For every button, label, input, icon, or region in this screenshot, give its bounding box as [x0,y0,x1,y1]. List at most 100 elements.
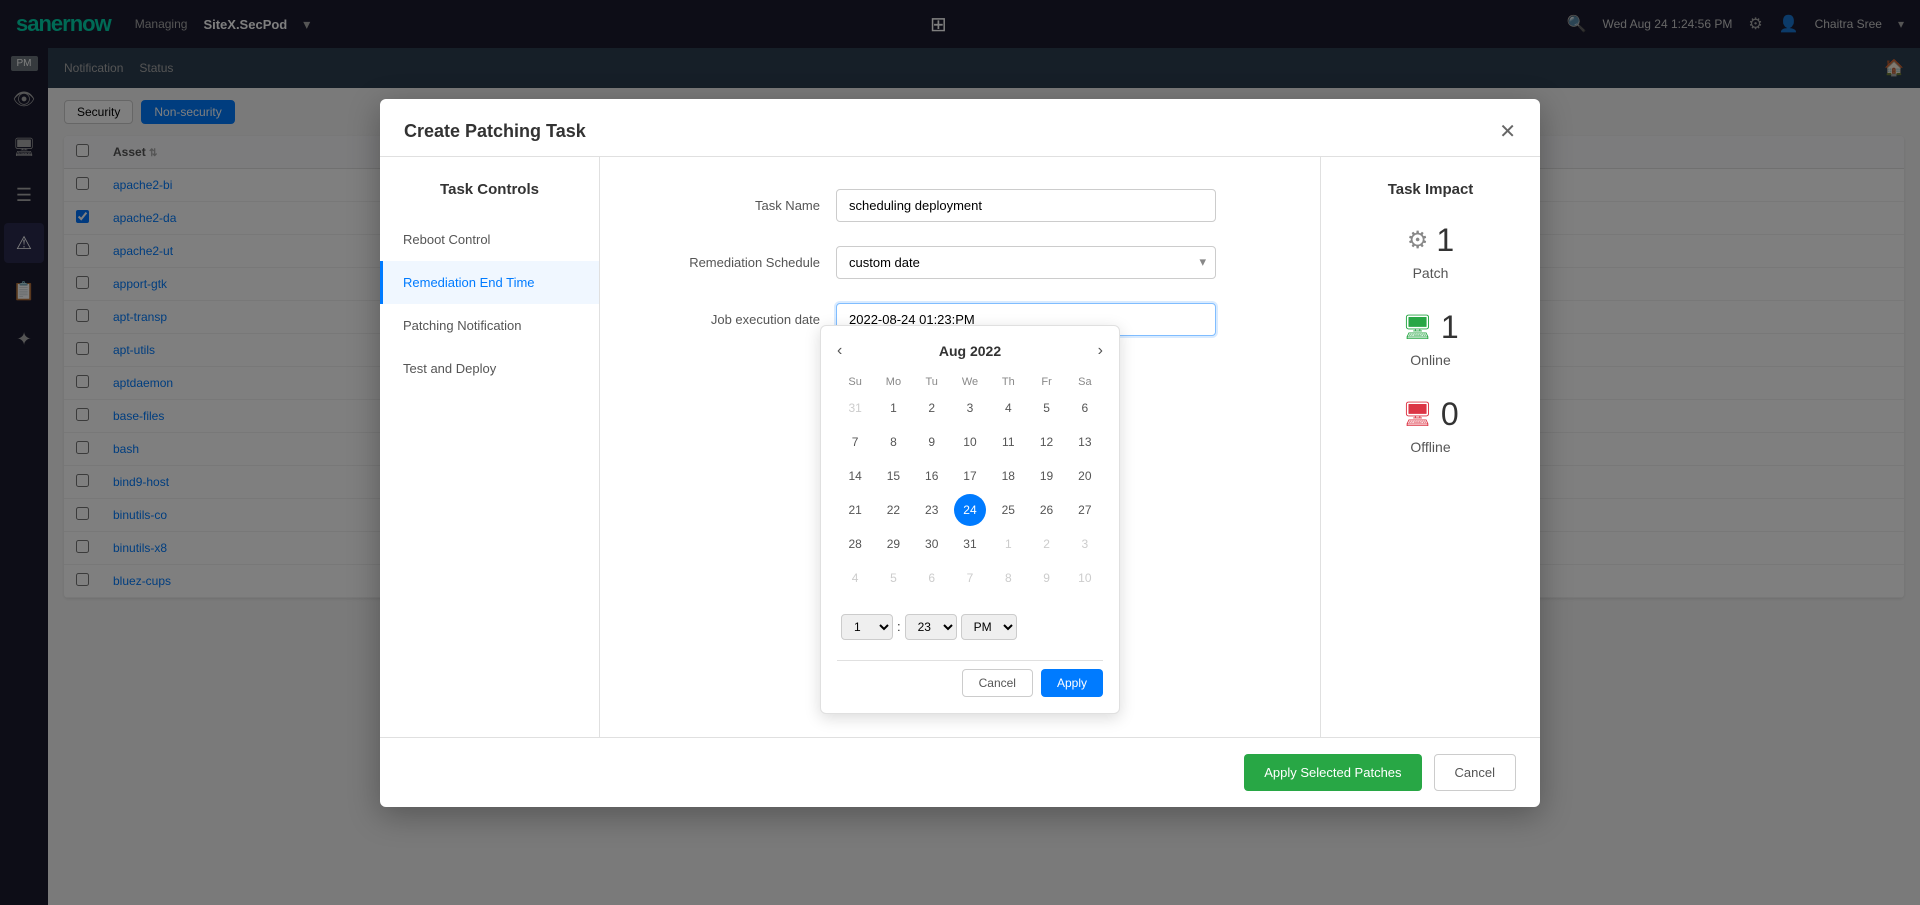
cal-day-header-su: Su [837,372,873,392]
task-menu-item-reboot-control[interactable]: Reboot Control [380,218,599,261]
cal-day-3-0[interactable]: 21 [839,494,871,526]
cal-day-header-tu: Tu [914,372,950,392]
calendar-popup: ‹ Aug 2022 › SuMoTuWeThFrSa 311234567891… [820,325,1120,714]
calendar-header: ‹ Aug 2022 › [837,342,1103,360]
cal-day-5-0[interactable]: 4 [839,562,871,594]
cal-day-0-5[interactable]: 5 [1031,392,1063,424]
cal-day-header-fr: Fr [1028,372,1064,392]
task-name-input[interactable] [836,189,1216,222]
cal-day-header-mo: Mo [875,372,911,392]
footer-cancel-button[interactable]: Cancel [1434,754,1516,791]
cal-day-5-3[interactable]: 7 [954,562,986,594]
cal-day-5-6[interactable]: 10 [1069,562,1101,594]
patch-impact-item: ⚙ 1 Patch [1337,222,1524,281]
cal-day-4-6[interactable]: 3 [1069,528,1101,560]
cal-day-1-1[interactable]: 8 [877,426,909,458]
task-name-label: Task Name [640,198,820,213]
cal-day-2-0[interactable]: 14 [839,460,871,492]
cal-day-3-4[interactable]: 25 [992,494,1024,526]
modal-overlay: Create Patching Task ✕ Task Controls Reb… [0,0,1920,905]
cal-day-0-2[interactable]: 2 [916,392,948,424]
period-select[interactable]: AMPM [961,614,1017,640]
impact-title: Task Impact [1337,181,1524,198]
cal-day-4-3[interactable]: 31 [954,528,986,560]
task-controls-title: Task Controls [380,181,599,198]
cal-day-1-4[interactable]: 11 [992,426,1024,458]
cal-day-0-4[interactable]: 4 [992,392,1024,424]
offline-count: 0 [1441,396,1459,433]
task-menu: Reboot ControlRemediation End TimePatchi… [380,218,599,390]
online-count: 1 [1441,309,1459,346]
cal-day-4-1[interactable]: 29 [877,528,909,560]
apply-selected-patches-button[interactable]: Apply Selected Patches [1244,754,1421,791]
modal-footer: Apply Selected Patches Cancel [380,737,1540,807]
cal-day-1-0[interactable]: 7 [839,426,871,458]
cal-day-2-6[interactable]: 20 [1069,460,1101,492]
offline-label: Offline [1410,439,1450,455]
cal-day-3-1[interactable]: 22 [877,494,909,526]
remediation-label: Remediation Schedule [640,255,820,270]
cal-day-1-5[interactable]: 12 [1031,426,1063,458]
calendar-grid: SuMoTuWeThFrSa [837,372,1103,392]
patch-gear-icon: ⚙ [1407,226,1429,255]
patch-count: 1 [1436,222,1454,259]
cal-day-5-1[interactable]: 5 [877,562,909,594]
online-monitor-icon: 🖥 [1402,313,1432,342]
calendar-days-grid: 3112345678910111213141516171819202122232… [837,392,1103,594]
calendar-actions: Cancel Apply [837,660,1103,697]
patch-impact-row: ⚙ 1 [1407,222,1454,259]
task-form-panel: Task Name Remediation Schedule custom da… [600,157,1320,737]
modal-close-button[interactable]: ✕ [1499,119,1516,144]
remediation-select[interactable]: custom dateimmediatescheduled [836,246,1216,279]
task-menu-item-test-and-deploy[interactable]: Test and Deploy [380,347,599,390]
cal-day-2-5[interactable]: 19 [1031,460,1063,492]
cal-day-0-3[interactable]: 3 [954,392,986,424]
cal-day-header-we: We [952,372,988,392]
cal-day-5-4[interactable]: 8 [992,562,1024,594]
remediation-row: Remediation Schedule custom dateimmediat… [640,246,1280,279]
calendar-cancel-button[interactable]: Cancel [962,669,1033,697]
task-controls-panel: Task Controls Reboot ControlRemediation … [380,157,600,737]
modal-title: Create Patching Task [404,121,586,142]
online-label: Online [1410,352,1450,368]
cal-day-0-6[interactable]: 6 [1069,392,1101,424]
cal-day-1-3[interactable]: 10 [954,426,986,458]
cal-day-5-2[interactable]: 6 [916,562,948,594]
job-date-label: Job execution date [640,312,820,327]
calendar-next-button[interactable]: › [1098,342,1103,360]
time-colon: : [897,619,901,634]
task-menu-item-remediation-end-time[interactable]: Remediation End Time [380,261,599,304]
cal-day-3-6[interactable]: 27 [1069,494,1101,526]
calendar-prev-button[interactable]: ‹ [837,342,842,360]
patch-label: Patch [1413,265,1449,281]
cal-day-2-2[interactable]: 16 [916,460,948,492]
hour-select[interactable]: 123456789101112 [841,614,893,640]
cal-day-0-0[interactable]: 31 [839,392,871,424]
cal-day-1-2[interactable]: 9 [916,426,948,458]
cal-day-4-0[interactable]: 28 [839,528,871,560]
task-menu-item-patching-notification[interactable]: Patching Notification [380,304,599,347]
cal-day-0-1[interactable]: 1 [877,392,909,424]
cal-day-5-5[interactable]: 9 [1031,562,1063,594]
offline-impact-row: 🖥 0 [1402,396,1458,433]
online-impact-item: 🖥 1 Online [1337,309,1524,368]
cal-day-4-2[interactable]: 30 [916,528,948,560]
online-impact-row: 🖥 1 [1402,309,1458,346]
minute-select[interactable]: 00051015202325303540455055 [905,614,957,640]
cal-day-1-6[interactable]: 13 [1069,426,1101,458]
cal-day-3-5[interactable]: 26 [1031,494,1063,526]
cal-day-2-3[interactable]: 17 [954,460,986,492]
cal-day-2-1[interactable]: 15 [877,460,909,492]
task-name-row: Task Name [640,189,1280,222]
task-impact-panel: Task Impact ⚙ 1 Patch 🖥 1 Online [1320,157,1540,737]
cal-day-header-sa: Sa [1067,372,1103,392]
cal-day-2-4[interactable]: 18 [992,460,1024,492]
cal-day-3-2[interactable]: 23 [916,494,948,526]
cal-day-4-5[interactable]: 2 [1031,528,1063,560]
cal-day-3-3[interactable]: 24 [954,494,986,526]
modal-header: Create Patching Task ✕ [380,99,1540,157]
modal-body: Task Controls Reboot ControlRemediation … [380,157,1540,737]
cal-day-4-4[interactable]: 1 [992,528,1024,560]
time-row: 123456789101112 : 0005101520232530354045… [837,606,1103,648]
calendar-apply-button[interactable]: Apply [1041,669,1103,697]
